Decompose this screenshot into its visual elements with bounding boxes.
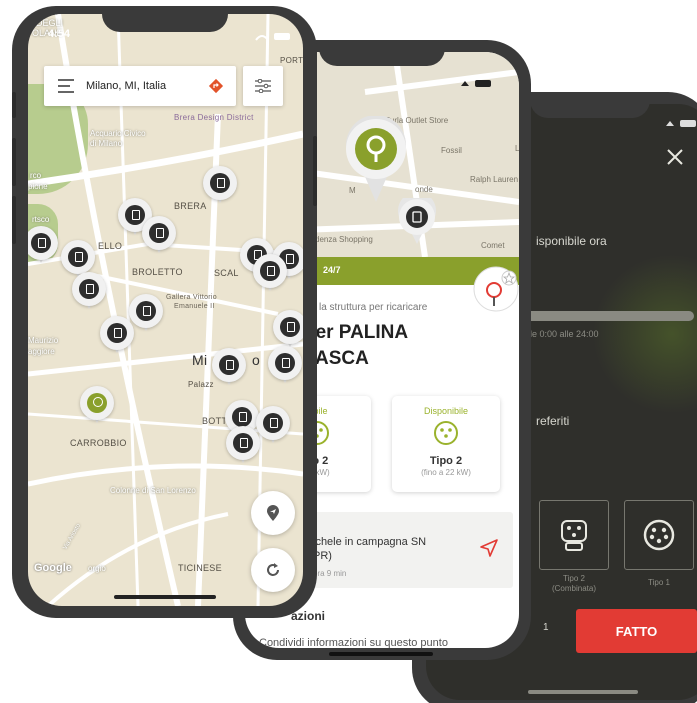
phone-map: DEGLI OLANE PORT Brera Design District A… — [12, 6, 317, 618]
status-icons — [255, 33, 290, 41]
status-icons — [666, 120, 696, 127]
hours-range: le 0:00 alle 24:00 — [530, 329, 599, 339]
favourites-label: referiti — [536, 414, 570, 428]
map-label-ticinese: TICINESE — [178, 563, 222, 573]
home-indicator — [528, 690, 638, 694]
station-title-line2: ASCA — [315, 348, 369, 369]
map-label-milano-m: Mi — [192, 352, 208, 368]
map-label-brera: BRERA — [174, 201, 207, 211]
station-pin[interactable] — [273, 310, 303, 350]
station-pin[interactable] — [256, 406, 290, 446]
station-title: ver PALINA ASCA — [305, 320, 408, 372]
close-icon[interactable] — [666, 148, 684, 166]
map-label-port: PORT — [280, 56, 303, 65]
station-pin[interactable] — [253, 254, 287, 294]
home-indicator — [329, 652, 433, 656]
map-label-acquario: Acquario Civico — [90, 129, 146, 138]
location-pin-icon — [267, 505, 279, 521]
station-title-line1: ver PALINA — [305, 322, 409, 343]
filter-button[interactable] — [243, 66, 283, 106]
map-label-orgio: orgio — [88, 564, 106, 573]
connector-availability: Disponibile — [423, 406, 469, 416]
station-pin[interactable] — [203, 166, 237, 206]
station-pin[interactable] — [142, 216, 176, 256]
map-label-pione: pione — [28, 182, 48, 191]
location-text[interactable]: Milano, MI, Italia — [86, 80, 166, 92]
plug-type2-icon — [434, 421, 458, 445]
map-screen: DEGLI OLANE PORT Brera Design District A… — [28, 14, 303, 606]
map-label-la: La — [515, 144, 519, 153]
hours-badge: 24/7 — [323, 265, 341, 275]
station-pin[interactable] — [129, 294, 163, 334]
refresh-button[interactable] — [251, 548, 295, 592]
station-pin-available[interactable] — [80, 386, 114, 426]
plug-combo-icon — [561, 520, 587, 551]
address-box[interactable]: ichele in campagna SN PR) ora 9 min — [285, 512, 513, 588]
map-label-broletto: BROLETTO — [132, 267, 183, 277]
station-pin[interactable] — [397, 198, 437, 246]
menu-icon[interactable] — [58, 79, 74, 93]
map-label-brera-design: Brera Design District — [174, 113, 254, 122]
map-label-milano-o: o — [252, 352, 261, 368]
left-digit: 1 — [543, 622, 549, 633]
done-label: FATTO — [615, 623, 658, 639]
sliders-icon — [255, 79, 271, 93]
selected-station-pin[interactable] — [343, 116, 409, 204]
map-label-ello: ELLO — [98, 241, 123, 251]
map-label-gallera-2: Emanuele II — [174, 303, 215, 310]
status-time: 4:54 — [48, 28, 71, 40]
navigate-icon[interactable] — [479, 538, 499, 558]
refresh-icon — [267, 563, 279, 576]
map-label-aggiore: aggiore — [28, 347, 55, 356]
connector-card-2[interactable]: Disponibile Tipo 2 (fino a 22 kW) — [392, 396, 500, 492]
connector-label-tipo2: Tipo 2 — [563, 574, 585, 583]
station-pin[interactable] — [100, 316, 134, 356]
connector-sub-tipo2: (Combinata) — [551, 584, 596, 593]
map-label-maurizio: Maurizio — [28, 336, 59, 345]
map-label-gallera-1: Gallera Vittorio — [166, 294, 217, 301]
map-label-carrobbio: CARROBBIO — [70, 438, 127, 448]
home-indicator — [114, 595, 216, 599]
connector-type: Tipo 2 — [429, 455, 463, 467]
connector-tipo1[interactable] — [624, 500, 694, 570]
available-now-label: isponibile ora — [536, 234, 607, 248]
station-subtitle: la struttura per ricaricare — [319, 302, 428, 313]
directions-icon[interactable] — [208, 78, 224, 94]
map-label-rtsco: rtsco — [32, 215, 50, 224]
status-icons — [461, 80, 491, 87]
location-search-bar[interactable]: Milano, MI, Italia — [44, 66, 236, 106]
connector-power: (fino a 22 kW) — [421, 468, 471, 477]
map-label-ralph: Ralph Lauren — [470, 175, 519, 184]
station-pin[interactable] — [226, 426, 260, 466]
station-pin[interactable] — [212, 348, 246, 388]
map-label-palazz: Palazz — [188, 380, 214, 389]
map-label-degli: DEGLI — [36, 18, 64, 28]
map-label-comet: Comet — [481, 241, 505, 250]
map-label-bott: BOTT — [202, 416, 228, 426]
travel-time: ora 9 min — [313, 569, 347, 578]
plug-type1-icon — [643, 519, 675, 551]
map-label-arco: rco — [30, 171, 42, 180]
address-line1: ichele in campagna SN — [313, 536, 427, 548]
connector-label-tipo1: Tipo 1 — [648, 578, 670, 587]
map-label-denza: denza Shopping — [315, 235, 373, 244]
station-pin[interactable] — [28, 226, 58, 266]
charger-favourite-badge[interactable] — [473, 266, 519, 312]
locate-me-button[interactable] — [251, 491, 295, 535]
share-info-link[interactable]: Condividi informazioni su questo punto — [259, 637, 448, 648]
map-label-scal: SCAL — [214, 268, 239, 278]
map-label-di-milano: di Milano — [90, 139, 123, 148]
station-pin[interactable] — [268, 346, 302, 386]
map-label-fossil: Fossil — [441, 146, 462, 155]
station-pin[interactable] — [72, 272, 106, 312]
map-label-colonne: Colonne di San Lorenzo — [110, 486, 196, 495]
map-label-onde: onde — [415, 185, 433, 194]
connector-tipo2-combinata[interactable] — [539, 500, 609, 570]
done-button[interactable]: FATTO — [576, 609, 697, 653]
google-logo: Google — [34, 562, 72, 574]
